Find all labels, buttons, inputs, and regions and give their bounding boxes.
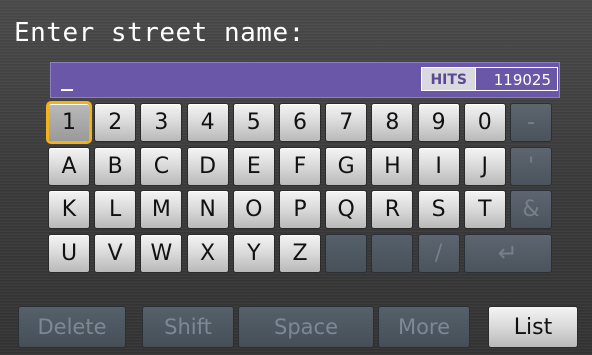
key-g[interactable]: G bbox=[325, 146, 368, 186]
key-f[interactable]: F bbox=[279, 146, 321, 186]
hits-counter: HITS 119025 bbox=[421, 67, 558, 91]
more-button[interactable]: More bbox=[378, 306, 470, 348]
key-y[interactable]: Y bbox=[232, 233, 275, 273]
key-dash[interactable]: - bbox=[510, 103, 552, 142]
keyboard-screen: Enter street name: _ HITS 119025 1234567… bbox=[0, 0, 592, 355]
key-u[interactable]: U bbox=[48, 233, 90, 273]
delete-button[interactable]: Delete bbox=[18, 306, 126, 348]
key-e[interactable]: E bbox=[232, 146, 275, 186]
key-x[interactable]: X bbox=[186, 233, 229, 273]
hits-value: 119025 bbox=[476, 67, 558, 91]
key-apostrophe[interactable]: ' bbox=[510, 146, 552, 186]
key-7[interactable]: 7 bbox=[325, 103, 368, 142]
hits-label: HITS bbox=[421, 67, 476, 91]
key-8[interactable]: 8 bbox=[371, 103, 414, 142]
key-ampersand[interactable]: & bbox=[510, 190, 552, 229]
key-o[interactable]: O bbox=[232, 190, 275, 229]
key-3[interactable]: 3 bbox=[140, 103, 183, 142]
key-n[interactable]: N bbox=[186, 190, 229, 229]
key-c[interactable]: C bbox=[140, 146, 183, 186]
key-2[interactable]: 2 bbox=[94, 103, 137, 142]
key-5[interactable]: 5 bbox=[232, 103, 275, 142]
page-title: Enter street name: bbox=[14, 18, 305, 48]
key-9[interactable]: 9 bbox=[417, 103, 460, 142]
shift-button[interactable]: Shift bbox=[142, 306, 234, 348]
key-t[interactable]: T bbox=[463, 190, 506, 229]
blank-key bbox=[371, 233, 414, 273]
key-a[interactable]: A bbox=[48, 146, 90, 186]
key-s[interactable]: S bbox=[417, 190, 460, 229]
key-i[interactable]: I bbox=[417, 146, 460, 186]
key-4[interactable]: 4 bbox=[186, 103, 229, 142]
key-h[interactable]: H bbox=[371, 146, 414, 186]
street-name-field[interactable]: _ HITS 119025 bbox=[50, 62, 560, 98]
key-6[interactable]: 6 bbox=[279, 103, 321, 142]
key-l[interactable]: L bbox=[94, 190, 137, 229]
blank-key bbox=[325, 233, 368, 273]
key-0[interactable]: 0 bbox=[463, 103, 506, 142]
key-p[interactable]: P bbox=[279, 190, 321, 229]
text-cursor: _ bbox=[61, 67, 74, 91]
key-v[interactable]: V bbox=[94, 233, 137, 273]
key-slash[interactable]: / bbox=[417, 233, 460, 273]
space-button[interactable]: Space bbox=[238, 306, 374, 348]
key-m[interactable]: M bbox=[140, 190, 183, 229]
key-q[interactable]: Q bbox=[325, 190, 368, 229]
list-button[interactable]: List bbox=[488, 306, 578, 348]
key-b[interactable]: B bbox=[94, 146, 137, 186]
enter-key[interactable]: ↵ bbox=[463, 233, 552, 273]
key-w[interactable]: W bbox=[140, 233, 183, 273]
key-j[interactable]: J bbox=[463, 146, 506, 186]
key-d[interactable]: D bbox=[186, 146, 229, 186]
key-k[interactable]: K bbox=[48, 190, 90, 229]
key-z[interactable]: Z bbox=[279, 233, 321, 273]
key-1[interactable]: 1 bbox=[46, 101, 92, 144]
key-r[interactable]: R bbox=[371, 190, 414, 229]
